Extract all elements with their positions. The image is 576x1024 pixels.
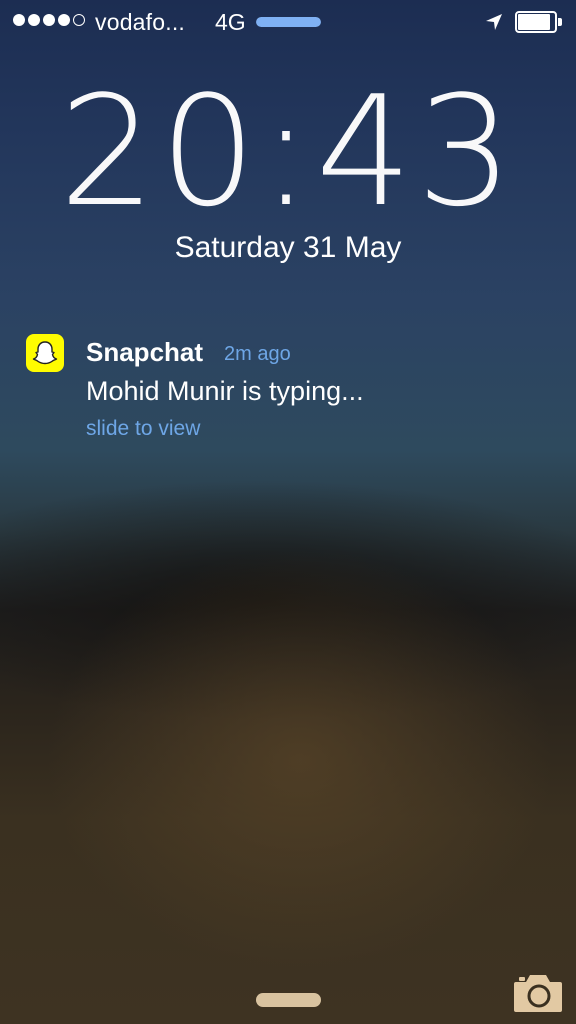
signal-dot: [43, 14, 55, 26]
signal-dot: [28, 14, 40, 26]
battery-icon: [515, 11, 563, 33]
slide-to-view-link[interactable]: slide to view: [86, 414, 200, 444]
network-type: 4G: [215, 9, 246, 35]
status-bar: vodafo... 4G: [0, 0, 576, 44]
signal-strength-icon: [13, 14, 85, 26]
progress-fill: [256, 17, 321, 27]
camera-icon[interactable]: [512, 970, 564, 1014]
battery-tip: [558, 18, 562, 26]
home-grabber[interactable]: [256, 993, 321, 1007]
signal-dot: [58, 14, 70, 26]
notification-app-name: Snapchat: [86, 337, 204, 367]
ghost-icon: [32, 341, 58, 365]
notification-snapchat[interactable]: Snapchat 2m ago Mohid Munir is typing...…: [0, 330, 576, 450]
battery-level: [518, 14, 551, 30]
location-arrow-icon: [486, 14, 502, 30]
lock-clock: 20:43: [58, 63, 518, 240]
network-activity-progress: [256, 17, 321, 27]
snapchat-ghost-icon: [26, 334, 64, 372]
notification-message: Mohid Munir is typing...: [86, 376, 364, 406]
signal-dot: [13, 14, 25, 26]
carrier-name: vodafo...: [95, 9, 186, 35]
lock-date: Saturday 31 May: [174, 231, 402, 264]
notification-time: 2m ago: [224, 343, 291, 365]
signal-dot: [73, 14, 85, 26]
